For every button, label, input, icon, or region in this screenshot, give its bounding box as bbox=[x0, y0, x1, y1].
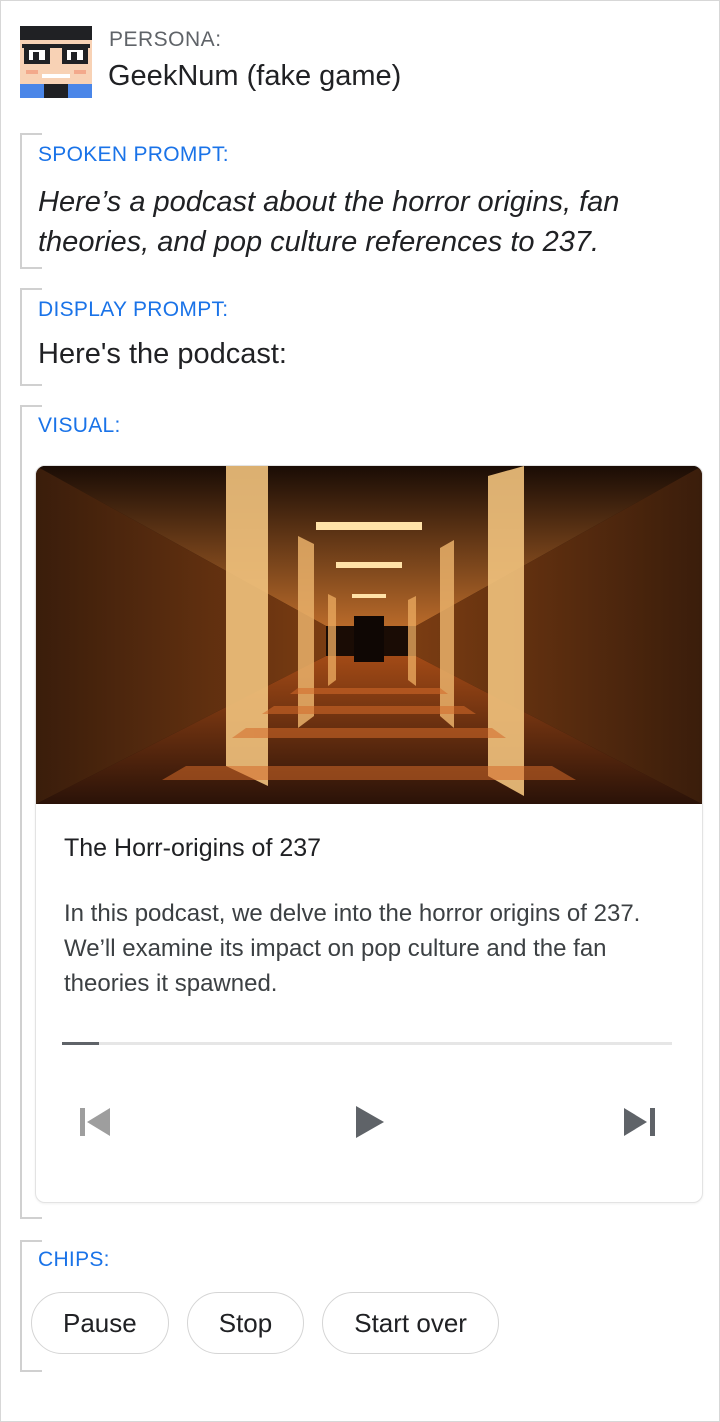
skip-next-icon[interactable] bbox=[620, 1102, 660, 1142]
progress-bar[interactable] bbox=[62, 1042, 672, 1045]
podcast-card: The Horr-origins of 237 In this podcast,… bbox=[35, 465, 703, 1203]
podcast-title: The Horr-origins of 237 bbox=[64, 834, 322, 862]
spoken-prompt-label: SPOKEN PROMPT: bbox=[38, 143, 229, 166]
display-prompt-text: Here's the podcast: bbox=[38, 338, 287, 370]
hallway-image bbox=[36, 466, 702, 804]
chip-start-over[interactable]: Start over bbox=[322, 1292, 499, 1354]
persona-name: GeekNum (fake game) bbox=[108, 60, 402, 92]
skip-previous-icon[interactable] bbox=[76, 1102, 116, 1142]
chips-row: Pause Stop Start over bbox=[31, 1292, 499, 1354]
progress-fill bbox=[62, 1042, 99, 1045]
chips-label: CHIPS: bbox=[38, 1248, 110, 1271]
chip-stop[interactable]: Stop bbox=[186, 1292, 305, 1354]
visual-label: VISUAL: bbox=[38, 414, 121, 437]
play-icon[interactable] bbox=[350, 1102, 390, 1142]
geek-face-icon bbox=[20, 26, 92, 98]
podcast-description: In this podcast, we delve into the horro… bbox=[64, 900, 641, 997]
persona-label: PERSONA: bbox=[109, 28, 222, 51]
display-prompt-label: DISPLAY PROMPT: bbox=[38, 298, 229, 321]
spoken-prompt-text: Here’s a podcast about the horror origin… bbox=[38, 186, 620, 258]
chip-pause[interactable]: Pause bbox=[31, 1292, 169, 1354]
